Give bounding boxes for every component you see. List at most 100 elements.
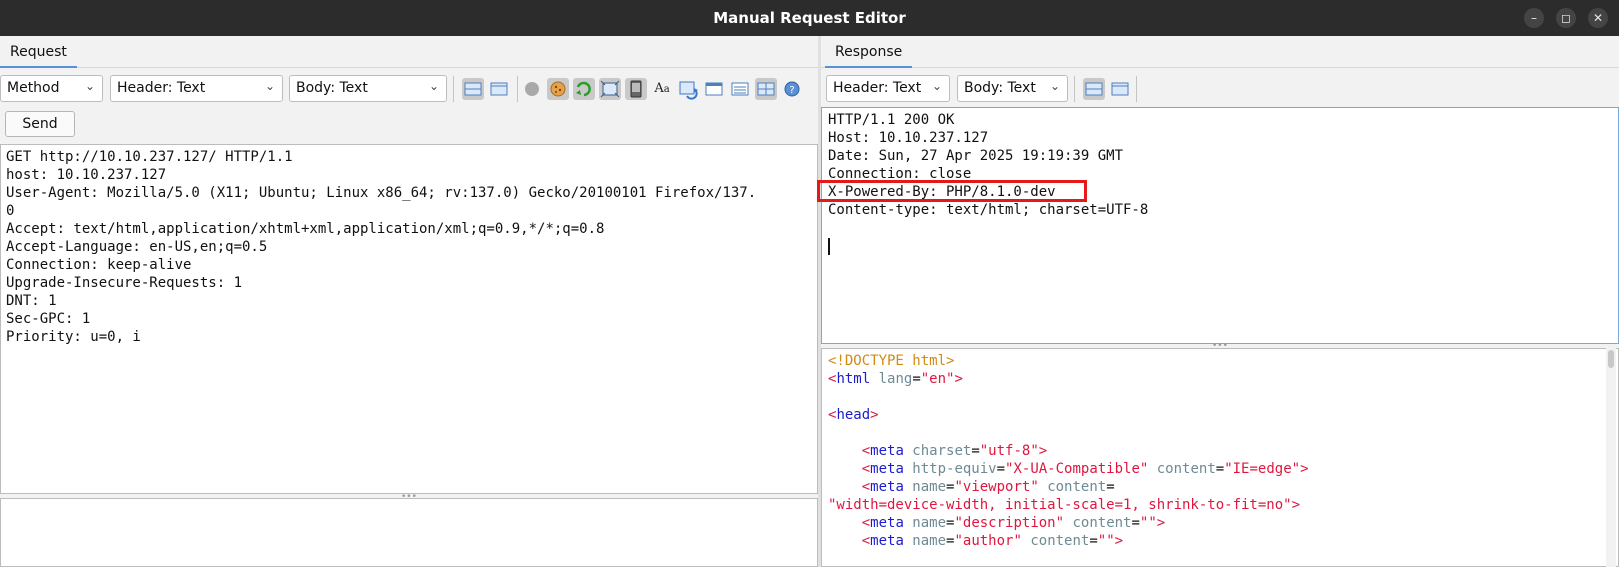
syntax-token-doc: <!DOCTYPE html> — [828, 353, 955, 369]
response-body-line: <html lang="en"> — [828, 370, 1612, 388]
chevron-down-icon: ⌄ — [931, 79, 942, 93]
response-body-line: <meta name="viewport" content= — [828, 478, 1612, 496]
syntax-token-txt — [828, 461, 862, 477]
syntax-token-str: "IE=edge" — [1224, 461, 1301, 477]
response-body-format-label: Body: Text — [964, 80, 1036, 96]
response-header-line: Date: Sun, 27 Apr 2025 19:19:39 GMT — [828, 148, 1124, 164]
request-header-editor[interactable]: GET http://10.10.237.127/ HTTP/1.1 host: … — [0, 144, 818, 494]
syntax-token-str: "width=device-width, initial-scale=1, sh… — [828, 497, 1292, 513]
close-icon[interactable]: ✕ — [1588, 8, 1608, 28]
syntax-token-br: > — [1114, 533, 1124, 549]
device-icon[interactable] — [625, 78, 647, 100]
x-powered-by-highlight-box — [817, 180, 1087, 202]
syntax-token-tag: meta — [870, 533, 904, 549]
syntax-token-br: < — [861, 515, 871, 531]
syntax-token-str: "viewport" — [954, 479, 1039, 495]
syntax-token-txt: = — [1106, 479, 1115, 495]
syntax-token-txt — [828, 479, 862, 495]
syntax-token-str: "en" — [920, 371, 955, 387]
syntax-token-attr: lang — [870, 371, 913, 387]
syntax-token-br: < — [861, 461, 871, 477]
syntax-token-br: > — [870, 407, 879, 423]
response-body-format-select[interactable]: Body: Text ⌄ — [957, 75, 1068, 102]
syntax-token-tag: meta — [870, 443, 904, 459]
response-body-line: "width=device-width, initial-scale=1, sh… — [828, 496, 1612, 514]
syntax-token-attr: content — [1021, 533, 1090, 549]
maximize-icon[interactable]: ◻ — [1556, 8, 1576, 28]
frame-icon[interactable] — [599, 78, 621, 100]
response-body-line — [828, 424, 1612, 442]
follow-redirect-icon[interactable] — [573, 78, 595, 100]
request-header-line: Connection: keep-alive — [6, 257, 192, 273]
syntax-token-attr: content — [1064, 515, 1132, 531]
syntax-token-str: "description" — [954, 515, 1065, 531]
syntax-token-br: > — [1038, 443, 1048, 459]
chevron-down-icon: ⌄ — [264, 79, 275, 93]
syntax-token-txt — [828, 515, 862, 531]
syntax-token-str: "author" — [954, 533, 1022, 549]
help-icon[interactable]: ? — [781, 78, 803, 100]
syntax-token-str: "" — [1097, 533, 1115, 549]
request-tab-row: Request — [0, 36, 818, 68]
response-tab-row: Response — [821, 36, 1619, 68]
request-header-format-select[interactable]: Header: Text ⌄ — [110, 75, 283, 102]
response-body-scrollbar[interactable] — [1606, 348, 1616, 567]
syntax-token-txt: = — [1089, 533, 1098, 549]
layout-tabs-icon[interactable] — [1109, 78, 1131, 100]
syntax-token-tag: meta — [870, 461, 904, 477]
syntax-token-txt: = — [1131, 515, 1140, 531]
syntax-token-str: "utf-8" — [979, 443, 1039, 459]
font-icon[interactable]: Aa — [651, 78, 673, 100]
syntax-token-attr: charset — [903, 443, 972, 459]
syntax-token-br: > — [954, 371, 963, 387]
request-header-format-label: Header: Text — [117, 80, 206, 96]
response-toolbar: Header: Text ⌄ Body: Text ⌄ — [821, 70, 1619, 106]
syntax-token-attr: name — [903, 479, 947, 495]
request-body-editor[interactable] — [0, 498, 818, 567]
request-header-line: User-Agent: Mozilla/5.0 (X11; Ubuntu; Li… — [6, 185, 757, 201]
tab-response[interactable]: Response — [825, 44, 913, 68]
tab-request[interactable]: Request — [0, 44, 77, 68]
syntax-token-attr: content — [1148, 461, 1216, 477]
response-header-viewer[interactable]: HTTP/1.1 200 OK Host: 10.10.237.127 Date: … — [821, 107, 1619, 344]
syntax-token-txt: = — [912, 371, 921, 387]
svg-text:?: ? — [789, 85, 794, 96]
syntax-token-br: > — [1300, 461, 1309, 477]
request-header-line: Upgrade-Insecure-Requests: 1 — [6, 275, 243, 291]
grid-icon[interactable] — [755, 78, 777, 100]
syntax-token-tag: meta — [870, 515, 904, 531]
response-header-line: Host: 10.10.237.127 — [828, 130, 989, 146]
circle-icon[interactable] — [521, 78, 543, 100]
request-header-line: Accept: text/html,application/xhtml+xml,… — [6, 221, 605, 237]
chevron-down-icon: ⌄ — [428, 79, 439, 93]
layout-split-icon[interactable] — [462, 78, 484, 100]
chevron-down-icon: ⌄ — [84, 79, 95, 93]
request-header-line: host: 10.10.237.127 — [6, 167, 167, 183]
request-header-line: Priority: u=0, i — [6, 329, 141, 345]
send-button[interactable]: Send — [5, 111, 75, 137]
response-body-viewer[interactable]: <!DOCTYPE html> <html lang="en"> <head> <m… — [821, 348, 1619, 567]
response-header-format-select[interactable]: Header: Text ⌄ — [826, 75, 950, 102]
layout-split-icon[interactable] — [1083, 78, 1105, 100]
list-icon[interactable] — [729, 78, 751, 100]
syntax-token-br: < — [861, 533, 871, 549]
response-body-scroll-thumb[interactable] — [1608, 350, 1614, 368]
refresh-icon[interactable] — [677, 78, 699, 100]
method-select[interactable]: Method ⌄ — [0, 75, 103, 102]
toolbar-separator — [1074, 76, 1075, 102]
window-title: Manual Request Editor — [713, 9, 906, 27]
syntax-token-attr: name — [903, 515, 947, 531]
request-body-format-select[interactable]: Body: Text ⌄ — [289, 75, 447, 102]
syntax-token-attr: http-equiv — [903, 461, 997, 477]
cookie-icon[interactable] — [547, 78, 569, 100]
window-icon[interactable] — [703, 78, 725, 100]
request-header-line: GET http://10.10.237.127/ HTTP/1.1 — [6, 149, 293, 165]
layout-tabs-icon[interactable] — [488, 78, 510, 100]
response-body-line: <meta name="author" content=""> — [828, 532, 1612, 550]
request-toolbar: Method ⌄ Header: Text ⌄ Body: Text ⌄ Aa ? — [0, 70, 818, 106]
response-header-line: Content-type: text/html; charset=UTF-8 — [828, 202, 1149, 218]
syntax-token-br: < — [861, 443, 871, 459]
syntax-token-str: "X-UA-Compatible" — [1005, 461, 1149, 477]
minimize-icon[interactable]: – — [1524, 8, 1544, 28]
